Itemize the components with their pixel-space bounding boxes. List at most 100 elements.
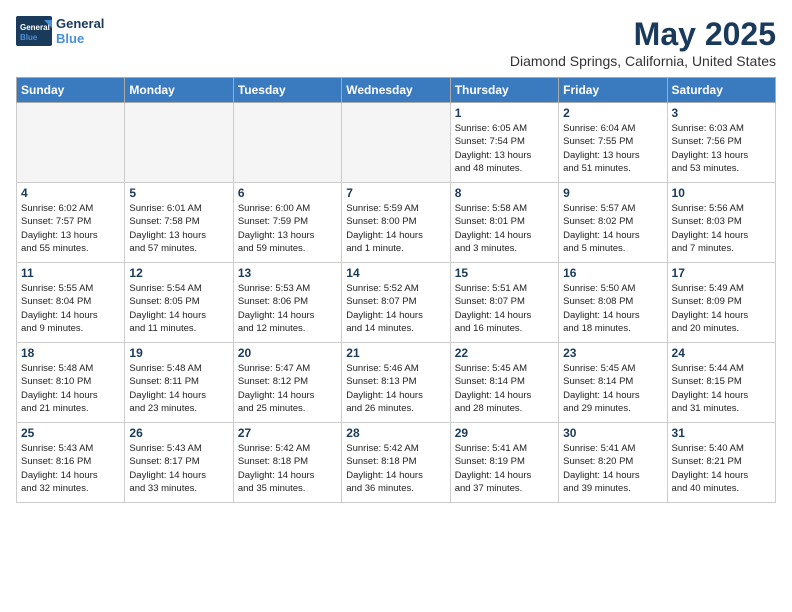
day-number: 21 — [346, 346, 445, 360]
calendar-cell — [342, 103, 450, 183]
day-info: Sunrise: 5:45 AMSunset: 8:14 PMDaylight:… — [563, 362, 662, 415]
day-info: Sunrise: 5:54 AMSunset: 8:05 PMDaylight:… — [129, 282, 228, 335]
calendar-cell: 11 Sunrise: 5:55 AMSunset: 8:04 PMDayligh… — [17, 263, 125, 343]
day-number: 27 — [238, 426, 337, 440]
day-number: 1 — [455, 106, 554, 120]
week-row-3: 11 Sunrise: 5:55 AMSunset: 8:04 PMDayligh… — [17, 263, 776, 343]
week-row-1: 1 Sunrise: 6:05 AMSunset: 7:54 PMDaylight… — [17, 103, 776, 183]
calendar-cell: 6Sunrise: 6:00 AMSunset: 7:59 PMDaylight… — [233, 183, 341, 263]
day-info: Sunrise: 5:45 AMSunset: 8:14 PMDaylight:… — [455, 362, 554, 415]
calendar-cell: 23 Sunrise: 5:45 AMSunset: 8:14 PMDayligh… — [559, 343, 667, 423]
header-row: SundayMondayTuesdayWednesdayThursdayFrid… — [17, 78, 776, 103]
calendar-table: SundayMondayTuesdayWednesdayThursdayFrid… — [16, 77, 776, 503]
day-number: 19 — [129, 346, 228, 360]
calendar-cell: 15 Sunrise: 5:51 AMSunset: 8:07 PMDayligh… — [450, 263, 558, 343]
calendar-cell: 1 Sunrise: 6:05 AMSunset: 7:54 PMDaylight… — [450, 103, 558, 183]
day-number: 31 — [672, 426, 771, 440]
calendar-cell: 21 Sunrise: 5:46 AMSunset: 8:13 PMDayligh… — [342, 343, 450, 423]
calendar-cell: 13 Sunrise: 5:53 AMSunset: 8:06 PMDayligh… — [233, 263, 341, 343]
day-info: Sunrise: 5:51 AMSunset: 8:07 PMDaylight:… — [455, 282, 554, 335]
calendar-cell — [17, 103, 125, 183]
calendar-cell: 20Sunrise: 5:47 AMSunset: 8:12 PMDayligh… — [233, 343, 341, 423]
day-number: 13 — [238, 266, 337, 280]
day-info: Sunrise: 6:05 AMSunset: 7:54 PMDaylight:… — [455, 122, 554, 175]
day-number: 14 — [346, 266, 445, 280]
week-row-4: 18 Sunrise: 5:48 AMSunset: 8:10 PMDayligh… — [17, 343, 776, 423]
day-number: 28 — [346, 426, 445, 440]
day-info: Sunrise: 5:43 AMSunset: 8:16 PMDaylight:… — [21, 442, 120, 495]
day-number: 25 — [21, 426, 120, 440]
day-info: Sunrise: 6:00 AMSunset: 7:59 PMDaylight:… — [238, 202, 337, 255]
day-number: 16 — [563, 266, 662, 280]
day-number: 10 — [672, 186, 771, 200]
calendar-cell: 5Sunrise: 6:01 AMSunset: 7:58 PMDaylight… — [125, 183, 233, 263]
calendar-cell: 19 Sunrise: 5:48 AMSunset: 8:11 PMDayligh… — [125, 343, 233, 423]
day-number: 8 — [455, 186, 554, 200]
day-number: 17 — [672, 266, 771, 280]
day-info: Sunrise: 5:58 AMSunset: 8:01 PMDaylight:… — [455, 202, 554, 255]
day-number: 24 — [672, 346, 771, 360]
month-title: May 2025 — [510, 16, 776, 53]
day-info: Sunrise: 5:57 AMSunset: 8:02 PMDaylight:… — [563, 202, 662, 255]
svg-text:Blue: Blue — [20, 33, 38, 42]
calendar-cell: 30Sunrise: 5:41 AMSunset: 8:20 PMDayligh… — [559, 423, 667, 503]
calendar-cell: 8 Sunrise: 5:58 AMSunset: 8:01 PMDaylight… — [450, 183, 558, 263]
calendar-cell: 9Sunrise: 5:57 AMSunset: 8:02 PMDaylight… — [559, 183, 667, 263]
day-info: Sunrise: 5:43 AMSunset: 8:17 PMDaylight:… — [129, 442, 228, 495]
day-number: 12 — [129, 266, 228, 280]
page-header: General Blue General Blue May 2025 Diamo… — [16, 16, 776, 69]
calendar-cell: 14 Sunrise: 5:52 AMSunset: 8:07 PMDayligh… — [342, 263, 450, 343]
day-info: Sunrise: 5:50 AMSunset: 8:08 PMDaylight:… — [563, 282, 662, 335]
day-number: 15 — [455, 266, 554, 280]
day-info: Sunrise: 5:59 AMSunset: 8:00 PMDaylight:… — [346, 202, 445, 255]
day-info: Sunrise: 5:44 AMSunset: 8:15 PMDaylight:… — [672, 362, 771, 415]
day-info: Sunrise: 5:40 AMSunset: 8:21 PMDaylight:… — [672, 442, 771, 495]
calendar-cell: 10 Sunrise: 5:56 AMSunset: 8:03 PMDayligh… — [667, 183, 775, 263]
day-header-monday: Monday — [125, 78, 233, 103]
day-number: 30 — [563, 426, 662, 440]
calendar-cell: 22Sunrise: 5:45 AMSunset: 8:14 PMDayligh… — [450, 343, 558, 423]
calendar-cell: 7 Sunrise: 5:59 AMSunset: 8:00 PMDaylight… — [342, 183, 450, 263]
calendar-cell: 25 Sunrise: 5:43 AMSunset: 8:16 PMDayligh… — [17, 423, 125, 503]
title-block: May 2025 Diamond Springs, California, Un… — [510, 16, 776, 69]
calendar-cell: 28 Sunrise: 5:42 AMSunset: 8:18 PMDayligh… — [342, 423, 450, 503]
svg-text:General: General — [20, 23, 50, 32]
day-info: Sunrise: 5:56 AMSunset: 8:03 PMDaylight:… — [672, 202, 771, 255]
day-number: 5 — [129, 186, 228, 200]
day-number: 18 — [21, 346, 120, 360]
calendar-cell: 17Sunrise: 5:49 AMSunset: 8:09 PMDayligh… — [667, 263, 775, 343]
calendar-cell: 2Sunrise: 6:04 AMSunset: 7:55 PMDaylight… — [559, 103, 667, 183]
calendar-cell: 29 Sunrise: 5:41 AMSunset: 8:19 PMDayligh… — [450, 423, 558, 503]
day-info: Sunrise: 5:48 AMSunset: 8:10 PMDaylight:… — [21, 362, 120, 415]
day-number: 3 — [672, 106, 771, 120]
calendar-cell: 4Sunrise: 6:02 AMSunset: 7:57 PMDaylight… — [17, 183, 125, 263]
day-info: Sunrise: 5:55 AMSunset: 8:04 PMDaylight:… — [21, 282, 120, 335]
day-info: Sunrise: 5:42 AMSunset: 8:18 PMDaylight:… — [346, 442, 445, 495]
logo-icon: General Blue — [16, 16, 52, 46]
location-title: Diamond Springs, California, United Stat… — [510, 53, 776, 69]
calendar-cell: 16 Sunrise: 5:50 AMSunset: 8:08 PMDayligh… — [559, 263, 667, 343]
day-info: Sunrise: 5:47 AMSunset: 8:12 PMDaylight:… — [238, 362, 337, 415]
week-row-5: 25 Sunrise: 5:43 AMSunset: 8:16 PMDayligh… — [17, 423, 776, 503]
day-info: Sunrise: 5:46 AMSunset: 8:13 PMDaylight:… — [346, 362, 445, 415]
day-header-friday: Friday — [559, 78, 667, 103]
day-number: 4 — [21, 186, 120, 200]
day-info: Sunrise: 5:53 AMSunset: 8:06 PMDaylight:… — [238, 282, 337, 335]
day-info: Sunrise: 5:52 AMSunset: 8:07 PMDaylight:… — [346, 282, 445, 335]
day-info: Sunrise: 6:03 AMSunset: 7:56 PMDaylight:… — [672, 122, 771, 175]
calendar-cell — [125, 103, 233, 183]
logo: General Blue General Blue — [16, 16, 104, 46]
day-info: Sunrise: 5:42 AMSunset: 8:18 PMDaylight:… — [238, 442, 337, 495]
calendar-cell: 27 Sunrise: 5:42 AMSunset: 8:18 PMDayligh… — [233, 423, 341, 503]
logo-blue-text: Blue — [56, 31, 104, 46]
day-info: Sunrise: 5:41 AMSunset: 8:19 PMDaylight:… — [455, 442, 554, 495]
day-info: Sunrise: 5:48 AMSunset: 8:11 PMDaylight:… — [129, 362, 228, 415]
day-number: 26 — [129, 426, 228, 440]
day-number: 11 — [21, 266, 120, 280]
day-header-tuesday: Tuesday — [233, 78, 341, 103]
day-number: 7 — [346, 186, 445, 200]
day-header-wednesday: Wednesday — [342, 78, 450, 103]
day-number: 23 — [563, 346, 662, 360]
logo-general-text: General — [56, 16, 104, 31]
day-number: 29 — [455, 426, 554, 440]
